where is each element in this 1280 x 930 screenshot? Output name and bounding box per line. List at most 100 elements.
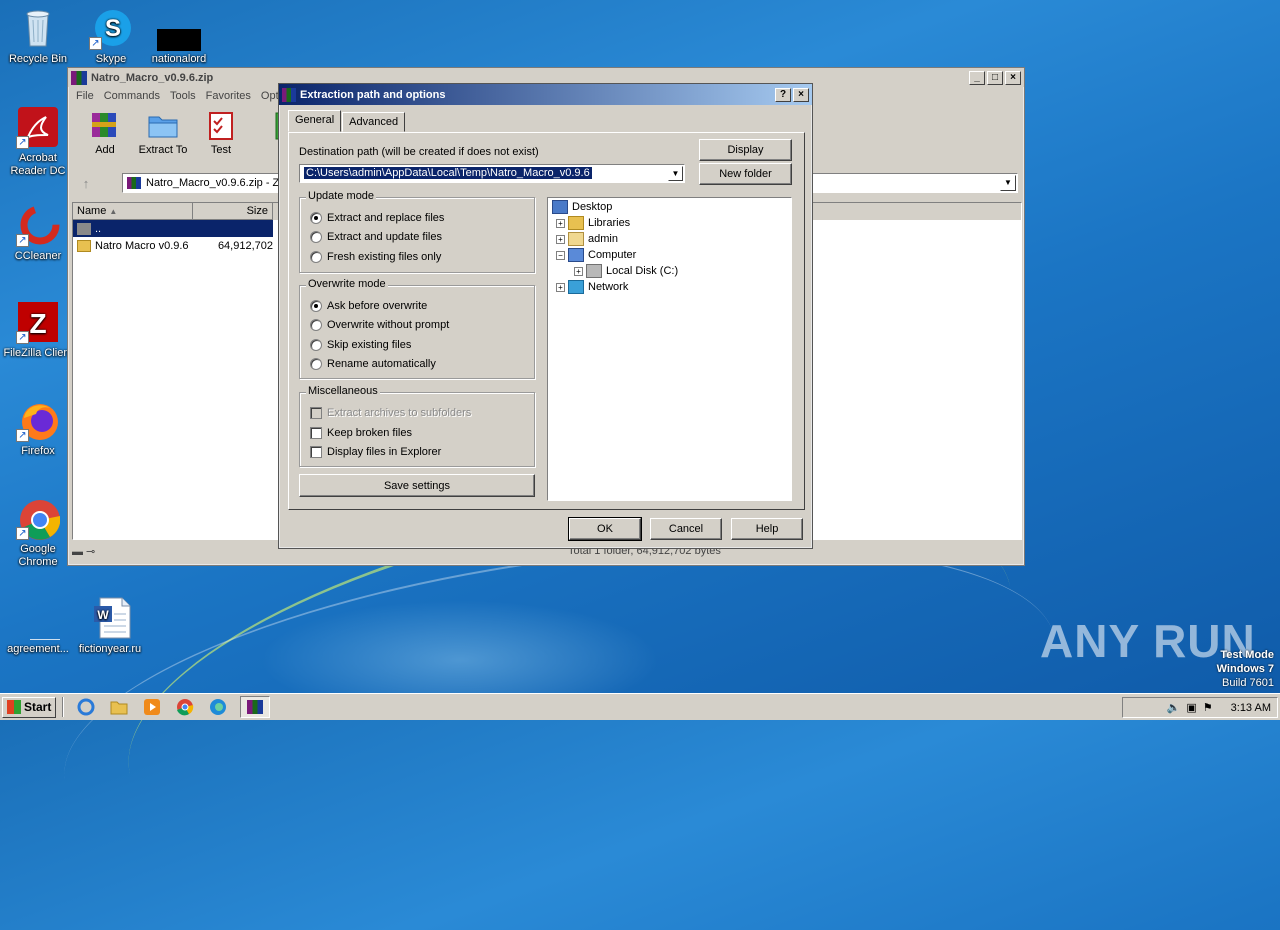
toolbar-label: Test [210,144,232,156]
desktop-icon-recycle-bin[interactable]: Recycle Bin [0,6,76,66]
destination-dropdown-button[interactable]: ▼ [668,166,683,181]
taskbar-media-player-icon[interactable] [141,697,163,717]
desktop-icon-skype[interactable]: S ↗ Skype [73,6,149,66]
radio-ask-before-overwrite[interactable]: Ask before overwrite [310,300,427,312]
desktop-icon-label: Firefox [21,445,55,457]
column-size-header[interactable]: Size [193,203,273,220]
cancel-button[interactable]: Cancel [650,518,722,540]
desktop-icon-filezilla[interactable]: Z ↗ FileZilla Client [0,300,76,360]
minimize-button[interactable]: _ [969,70,985,85]
close-button[interactable]: × [1005,70,1021,85]
save-settings-button[interactable]: Save settings [299,474,535,497]
menu-file[interactable]: File [72,89,100,103]
action-center-flag-icon[interactable]: ⚑ [1203,701,1213,714]
up-arrow-icon[interactable]: ↑ [74,176,98,191]
ccleaner-icon: ↗ [16,203,60,247]
desktop-icon-ccleaner[interactable]: ↗ CCleaner [0,203,76,263]
desktop-icon-agreement[interactable]: agreement... [0,596,76,656]
tree-node-desktop[interactable]: Desktop [552,200,612,214]
display-button[interactable]: Display [699,139,792,161]
destination-path-value[interactable]: C:\Users\admin\AppData\Local\Temp\Natro_… [304,167,592,179]
archive-icon [127,177,141,189]
dialog-tabs: General Advanced [288,110,406,132]
document-icon [16,596,60,640]
radio-skip-existing[interactable]: Skip existing files [310,339,411,351]
expand-icon[interactable]: + [574,266,583,276]
radio-icon [310,319,322,331]
windows-logo-icon [7,700,21,714]
update-mode-group: Update mode Extract and replace files Ex… [299,190,535,273]
menu-commands[interactable]: Commands [100,89,166,103]
taskbar-chrome-icon[interactable] [174,697,196,717]
tree-node-computer[interactable]: − Computer [556,248,636,262]
test-mode-notice: Test Mode Windows 7 Build 7601 [1217,648,1274,690]
collapse-icon[interactable]: − [556,250,565,260]
tab-advanced[interactable]: Advanced [342,112,406,132]
desktop-icon-label: FileZilla Client [3,347,73,359]
column-name-header[interactable]: Name ▲ [73,203,193,220]
menu-tools[interactable]: Tools [166,89,202,103]
desktop-icon-label: Acrobat Reader DC [10,152,66,177]
desktop-icon-chrome[interactable]: ↗ Google Chrome [0,496,76,569]
radio-extract-replace[interactable]: Extract and replace files [310,212,444,224]
destination-path-combo[interactable]: C:\Users\admin\AppData\Local\Temp\Natro_… [299,164,685,183]
folder-up-icon [77,222,91,235]
taskbar-explorer-icon[interactable] [108,697,130,717]
desktop-icon-acrobat[interactable]: ↗ Acrobat Reader DC [0,105,76,178]
checkbox-icon [310,427,322,439]
desktop-icon [552,200,568,214]
radio-rename-automatically[interactable]: Rename automatically [310,358,436,370]
toolbar-add-button[interactable]: Add [76,109,134,157]
tree-node-local-disk[interactable]: + Local Disk (C:) [574,264,678,278]
new-folder-button[interactable]: New folder [699,163,792,185]
clock[interactable]: 3:13 AM [1231,702,1271,714]
maximize-button[interactable]: □ [987,70,1003,85]
chevron-down-icon: ▼ [671,169,680,178]
taskbar-divider [62,697,65,717]
table-row[interactable]: Natro Macro v0.9.6 64,912,702 [73,237,273,254]
tab-panel-general: Destination path (will be created if doe… [288,132,805,510]
start-button[interactable]: Start [2,696,57,718]
taskbar-edge-icon[interactable] [207,697,229,717]
desktop-icon-label: fictionyear.ru [78,643,142,655]
address-dropdown-button[interactable]: ▼ [1000,175,1016,191]
checkbox-display-in-explorer[interactable]: Display files in Explorer [310,446,441,458]
computer-icon [568,248,584,262]
table-row[interactable]: .. [73,220,273,237]
tree-node-network[interactable]: + Network [556,280,628,294]
extraction-dialog[interactable]: Extraction path and options ? × General … [278,83,813,549]
network-tray-icon[interactable]: ▣ [1186,701,1196,714]
menu-favorites[interactable]: Favorites [202,89,257,103]
help-button[interactable]: Help [731,518,803,540]
toolbar-extract-to-button[interactable]: Extract To [134,109,192,157]
overwrite-mode-group: Overwrite mode Ask before overwrite Over… [299,278,535,379]
taskbar-ie-icon[interactable] [75,697,97,717]
option-label: Extract and update files [327,231,442,243]
close-button[interactable]: × [793,87,809,102]
column-label: Size [246,205,268,217]
tab-general[interactable]: General [288,110,342,132]
option-label: Extract archives to subfolders [327,407,472,419]
expand-icon[interactable]: + [556,282,565,292]
tree-node-admin[interactable]: + admin [556,232,618,246]
radio-extract-update[interactable]: Extract and update files [310,231,442,243]
expand-icon[interactable]: + [556,218,565,228]
file-icon [157,6,201,51]
desktop-icon-fictionyear[interactable]: W fictionyear.ru [72,596,148,656]
desktop-icon-firefox[interactable]: ↗ Firefox [0,398,76,458]
tree-node-libraries[interactable]: + Libraries [556,216,630,230]
ok-button[interactable]: OK [568,517,642,541]
folder-tree[interactable]: Desktop + Libraries + admin − Computer +… [547,197,792,501]
radio-fresh-existing[interactable]: Fresh existing files only [310,251,441,263]
checkbox-keep-broken-files[interactable]: Keep broken files [310,427,412,439]
help-title-button[interactable]: ? [775,87,791,102]
taskbar-winrar-icon[interactable] [240,696,271,718]
tree-label: Libraries [588,217,631,229]
toolbar-test-button[interactable]: Test [192,109,250,157]
expand-icon[interactable]: + [556,234,565,244]
dialog-titlebar[interactable]: Extraction path and options ? × [279,84,812,105]
desktop-icon-nationalord[interactable]: nationalord [141,6,217,66]
chrome-icon: ↗ [16,496,61,540]
volume-icon[interactable]: 🔈 [1167,701,1181,714]
radio-overwrite-without-prompt[interactable]: Overwrite without prompt [310,319,449,331]
